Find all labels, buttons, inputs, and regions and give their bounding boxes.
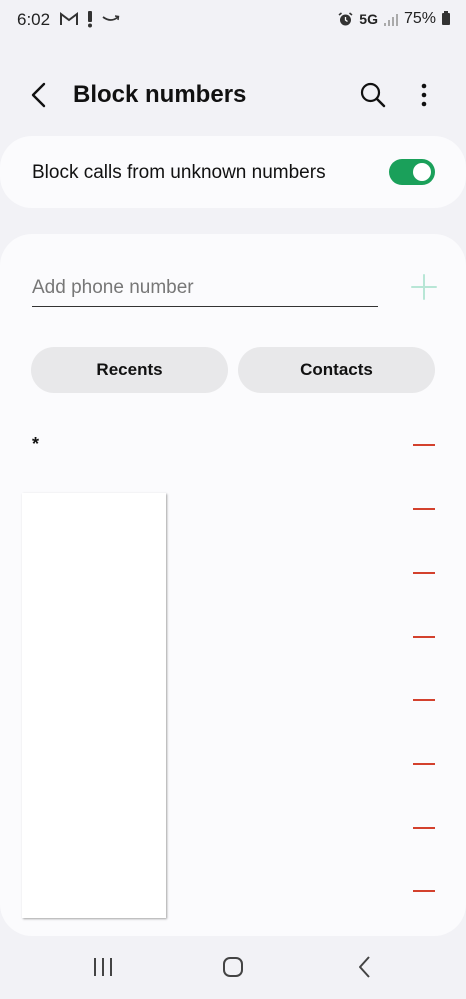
more-vert-icon[interactable] — [410, 80, 438, 110]
alarm-icon — [338, 11, 353, 25]
alert-icon — [88, 11, 92, 28]
navigation-bar — [0, 940, 466, 999]
remove-icon[interactable] — [413, 627, 437, 647]
app-header: Block numbers — [0, 70, 466, 120]
remove-icon[interactable] — [413, 881, 437, 901]
contacts-button[interactable]: Contacts — [238, 347, 435, 393]
recent-apps-icon[interactable] — [90, 954, 116, 980]
remove-icon[interactable] — [413, 435, 437, 455]
notification-icons — [60, 8, 120, 30]
toggle-knob — [413, 163, 431, 181]
block-unknown-toggle[interactable] — [389, 159, 435, 185]
signal-icon — [383, 13, 398, 26]
battery-percent: 75% — [403, 10, 436, 27]
block-unknown-label: Block calls from unknown numbers — [32, 162, 326, 183]
recents-button[interactable]: Recents — [31, 347, 228, 393]
home-icon[interactable] — [220, 954, 246, 980]
page-title: Block numbers — [73, 81, 247, 108]
status-right: 5G 75% — [338, 10, 450, 28]
remove-icon[interactable] — [413, 690, 437, 710]
status-bar: 6:02 5G 75% — [0, 0, 466, 40]
add-icon[interactable] — [410, 273, 438, 301]
chevron-left-icon[interactable] — [24, 80, 54, 110]
remove-icon[interactable] — [413, 754, 437, 774]
screen: 6:02 5G 75% Block numbers Block calls fr… — [0, 0, 466, 999]
back-nav-icon[interactable] — [352, 954, 378, 980]
amazon-icon — [102, 15, 120, 21]
network-type: 5G — [359, 11, 378, 27]
blocked-number-item: * — [32, 434, 40, 454]
gmail-icon — [60, 12, 78, 25]
remove-icon[interactable] — [413, 499, 437, 519]
status-time: 6:02 — [17, 10, 51, 29]
redaction-block — [22, 493, 166, 918]
remove-icon[interactable] — [413, 563, 437, 583]
battery-icon — [442, 11, 450, 25]
add-phone-number-input[interactable] — [32, 270, 378, 307]
search-icon[interactable] — [358, 80, 388, 110]
remove-icon[interactable] — [413, 818, 437, 838]
